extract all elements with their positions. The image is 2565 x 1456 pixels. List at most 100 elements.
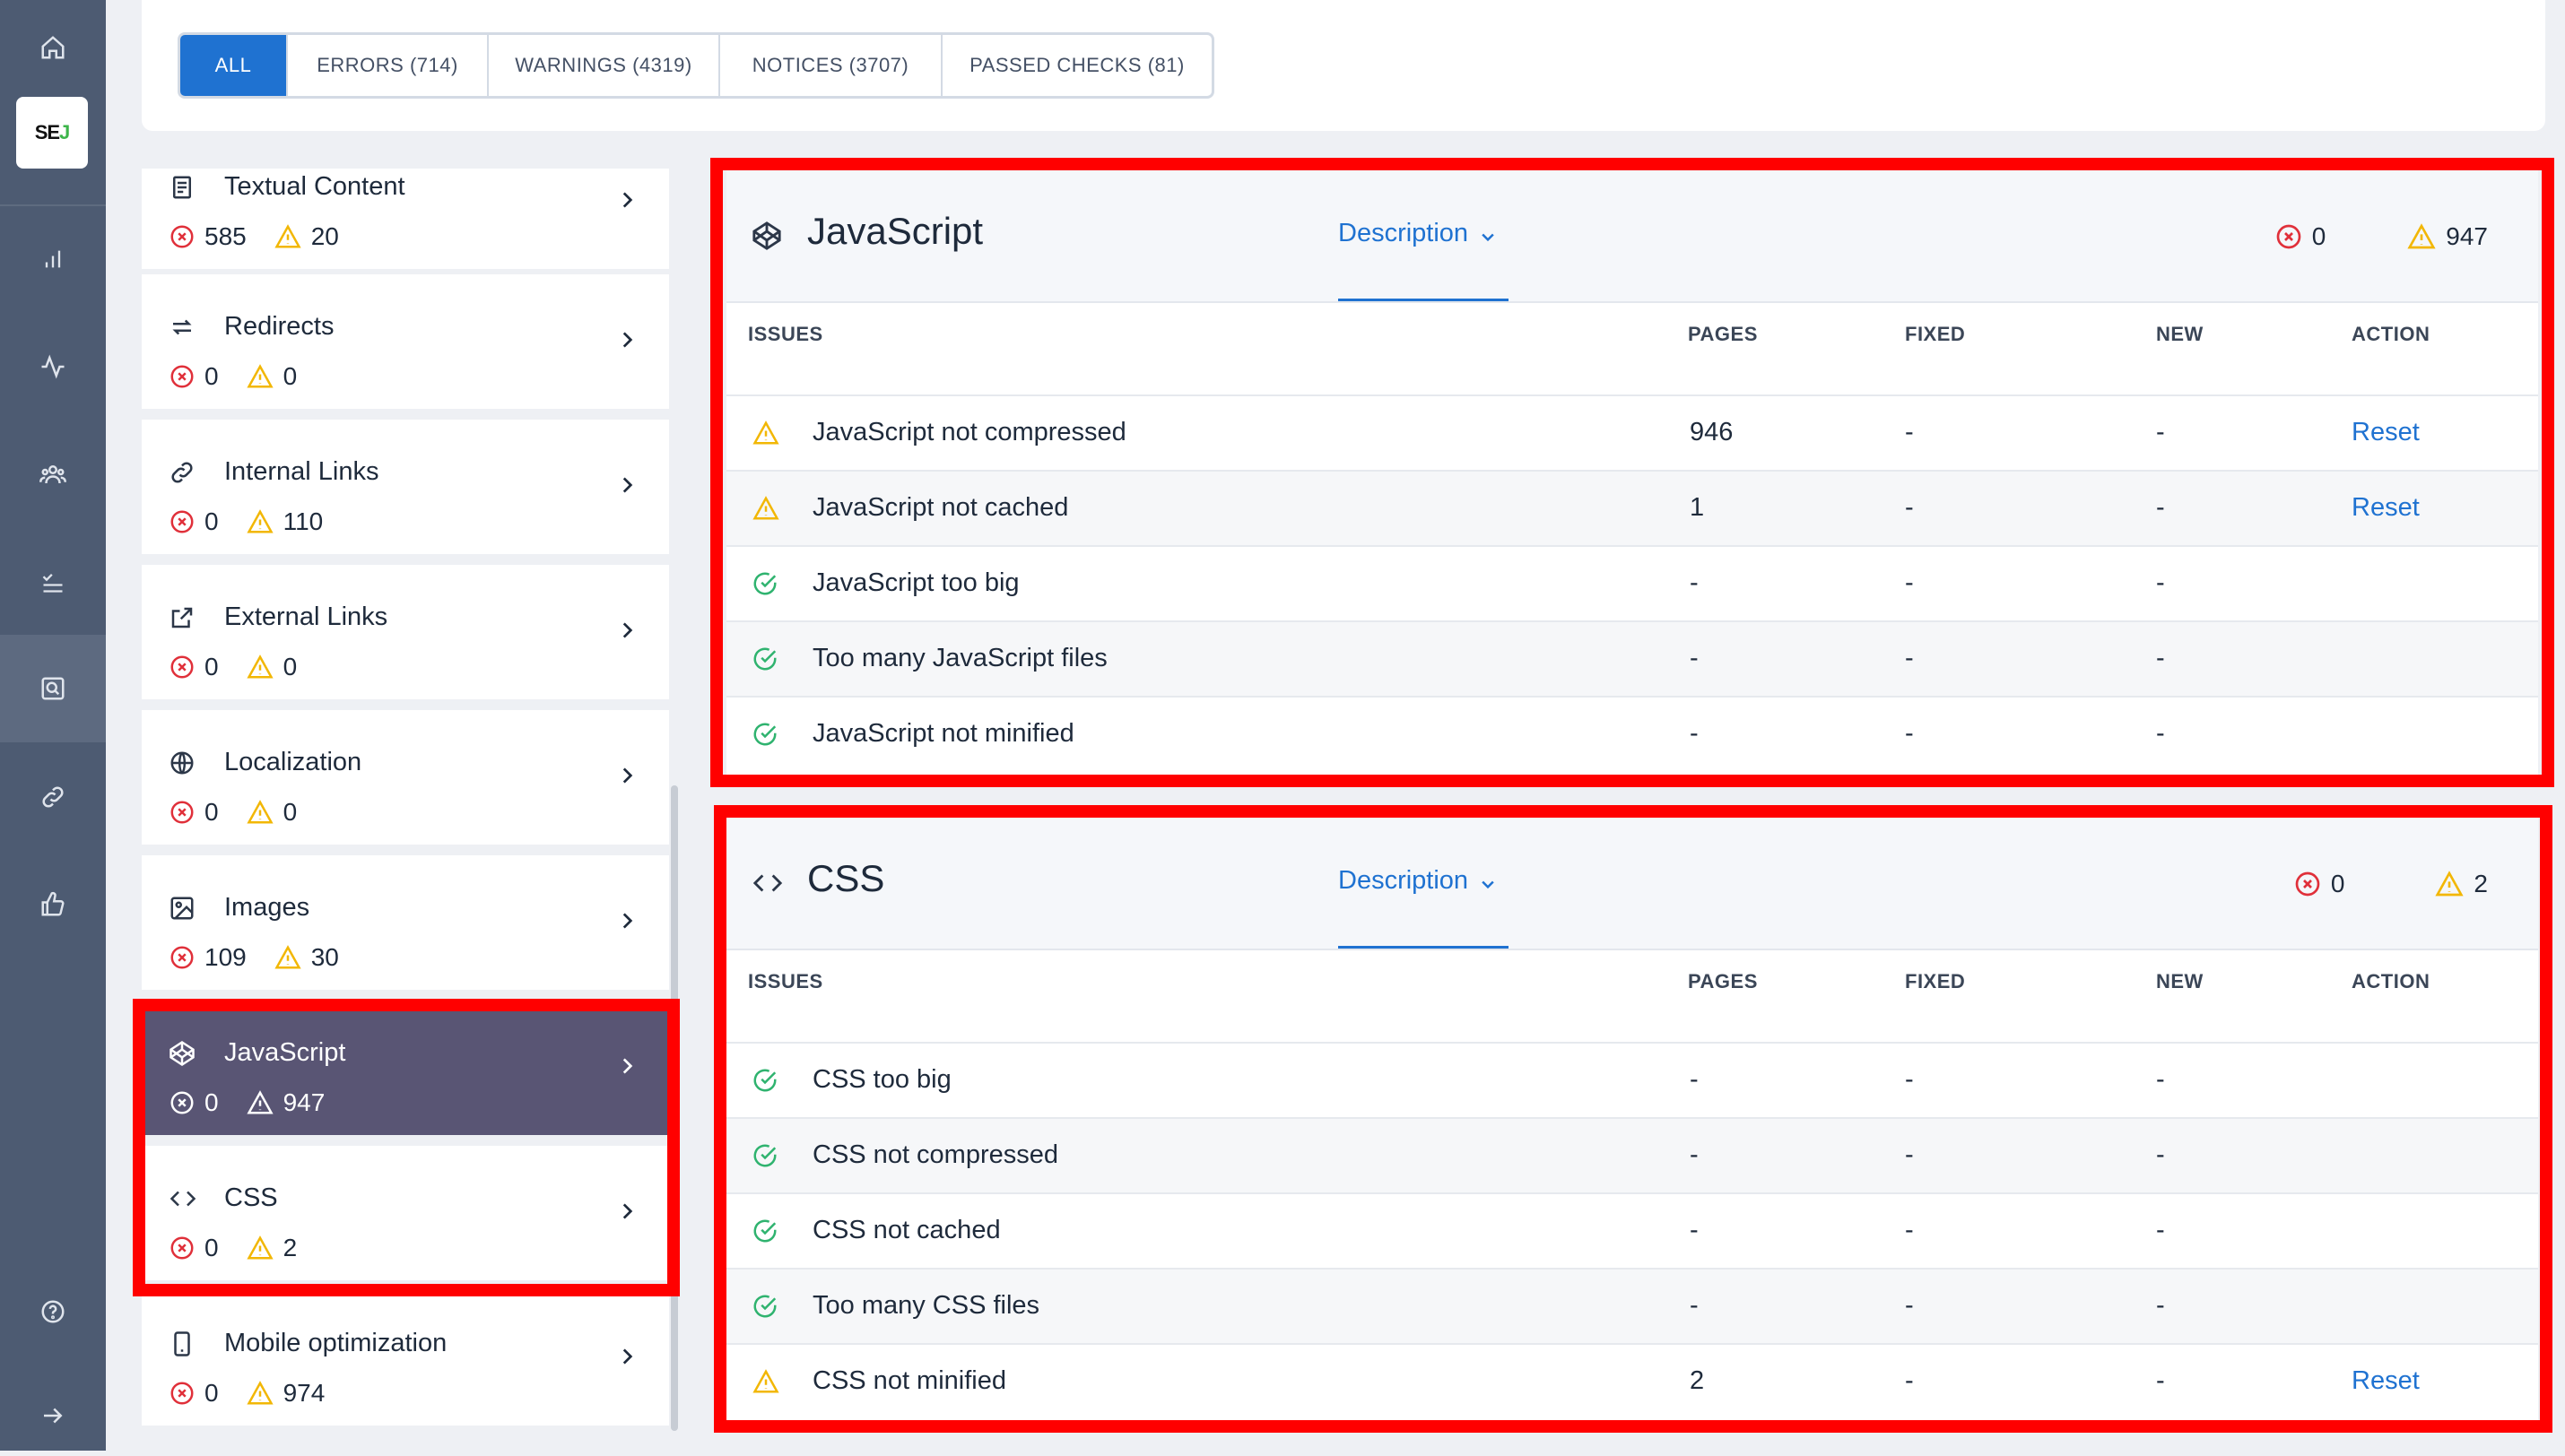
category-redirects[interactable]: Redirects 0 0 bbox=[142, 274, 669, 409]
warning-icon bbox=[752, 420, 779, 445]
error-count: 0 bbox=[204, 362, 219, 390]
users-icon[interactable] bbox=[0, 434, 106, 515]
column-header-action: ACTION bbox=[2352, 970, 2430, 992]
warning-count: 947 bbox=[283, 1088, 326, 1116]
category-images[interactable]: Images 109 30 bbox=[142, 855, 669, 990]
filter-tabs: ALL ERRORS (714) WARNINGS (4319) NOTICES… bbox=[178, 32, 1214, 99]
new-count: - bbox=[2156, 1216, 2165, 1244]
category-external-links[interactable]: External Links 0 0 bbox=[142, 565, 669, 699]
panel-header: CSS Description 0 2 bbox=[726, 818, 2538, 950]
reset-link[interactable]: Reset bbox=[2352, 493, 2420, 523]
home-icon[interactable] bbox=[0, 7, 106, 88]
chevron-right-icon bbox=[622, 477, 633, 493]
tab-notices[interactable]: NOTICES (3707) bbox=[720, 35, 943, 96]
tab-all[interactable]: ALL bbox=[180, 35, 288, 96]
error-icon bbox=[170, 655, 194, 679]
error-count: 0 bbox=[204, 507, 219, 535]
description-toggle[interactable]: Description bbox=[1338, 859, 1509, 949]
chevron-right-icon bbox=[622, 1058, 633, 1074]
warning-count: 0 bbox=[283, 798, 298, 826]
warning-icon bbox=[246, 654, 274, 679]
category-title: External Links bbox=[224, 602, 388, 631]
reset-link[interactable]: Reset bbox=[2352, 1366, 2420, 1396]
error-icon bbox=[170, 1236, 194, 1260]
chevron-right-icon bbox=[622, 332, 633, 348]
tab-errors[interactable]: ERRORS (714) bbox=[288, 35, 489, 96]
check-circle-icon bbox=[753, 572, 777, 595]
css-issues-panel: CSS Description 0 2 ISSUES PAGES FIXED N… bbox=[726, 818, 2538, 1424]
category-title: Internal Links bbox=[224, 457, 379, 486]
category-textual-content[interactable]: Textual Content 585 20 bbox=[142, 169, 669, 269]
warning-icon bbox=[2407, 223, 2436, 249]
description-label: Description bbox=[1338, 219, 1469, 247]
mobile-icon bbox=[169, 1330, 196, 1357]
link-icon[interactable] bbox=[0, 757, 106, 837]
document-icon bbox=[169, 174, 196, 201]
category-title: Mobile optimization bbox=[224, 1329, 448, 1357]
fixed-count: - bbox=[1905, 418, 1914, 446]
warning-icon bbox=[246, 800, 274, 824]
check-circle-icon bbox=[753, 1069, 777, 1092]
pages-count: 946 bbox=[1690, 418, 1734, 446]
column-header-new: NEW bbox=[2156, 323, 2204, 345]
chevron-right-icon bbox=[622, 913, 633, 929]
pages-count: 1 bbox=[1690, 493, 1705, 522]
bar-chart-icon[interactable] bbox=[0, 219, 106, 299]
error-count: 0 bbox=[2330, 870, 2345, 897]
issue-name: JavaScript not minified bbox=[813, 719, 1074, 748]
chevron-right-icon bbox=[622, 767, 633, 784]
warning-icon bbox=[274, 945, 301, 969]
category-localization[interactable]: Localization 0 0 bbox=[142, 710, 669, 845]
category-javascript[interactable]: JavaScript 0 947 bbox=[142, 1001, 669, 1135]
tab-passed-checks[interactable]: PASSED CHECKS (81) bbox=[943, 35, 1212, 96]
chevron-right-icon bbox=[622, 1348, 633, 1365]
description-toggle[interactable]: Description bbox=[1338, 212, 1509, 301]
check-circle-icon bbox=[753, 723, 777, 746]
warning-icon bbox=[752, 1369, 779, 1393]
column-header-action: ACTION bbox=[2352, 323, 2430, 345]
table-row: CSS not compressed - - - bbox=[726, 1117, 2538, 1192]
checklist-icon[interactable] bbox=[0, 542, 106, 622]
chevron-right-icon bbox=[622, 1203, 633, 1219]
javascript-issues-panel: JavaScript Description 0 947 ISSUES PAGE… bbox=[726, 170, 2538, 776]
arrow-right-icon[interactable] bbox=[0, 1375, 106, 1456]
category-internal-links[interactable]: Internal Links 0 110 bbox=[142, 420, 669, 554]
column-header-issues: ISSUES bbox=[748, 970, 823, 992]
table-row: JavaScript not minified - - - bbox=[726, 696, 2538, 771]
help-icon[interactable] bbox=[0, 1271, 106, 1352]
error-icon bbox=[170, 1091, 194, 1114]
issue-name: JavaScript too big bbox=[813, 568, 1020, 597]
pages-count: - bbox=[1690, 1140, 1699, 1169]
category-scrollbar[interactable] bbox=[671, 785, 678, 1431]
new-count: - bbox=[2156, 644, 2165, 672]
tab-warnings[interactable]: WARNINGS (4319) bbox=[489, 35, 720, 96]
issue-name: Too many JavaScript files bbox=[813, 644, 1108, 672]
external-link-icon bbox=[169, 604, 196, 631]
category-css[interactable]: CSS 0 2 bbox=[142, 1146, 669, 1280]
error-count: 0 bbox=[204, 653, 219, 680]
new-count: - bbox=[2156, 719, 2165, 748]
warning-count: 0 bbox=[283, 653, 298, 680]
reset-link[interactable]: Reset bbox=[2352, 418, 2420, 447]
table-row: CSS too big - - - bbox=[726, 1042, 2538, 1117]
site-audit-icon[interactable] bbox=[0, 635, 106, 742]
new-count: - bbox=[2156, 568, 2165, 597]
thumbs-up-icon[interactable] bbox=[0, 864, 106, 945]
description-label: Description bbox=[1338, 866, 1469, 895]
panel-header: JavaScript Description 0 947 bbox=[726, 170, 2538, 303]
error-icon bbox=[170, 365, 194, 388]
category-title: Images bbox=[224, 893, 310, 922]
category-title: Localization bbox=[224, 748, 362, 776]
pulse-icon[interactable] bbox=[0, 326, 106, 407]
codepen-icon bbox=[169, 1040, 196, 1067]
logo-text: SE bbox=[34, 121, 60, 143]
warning-count: 110 bbox=[283, 507, 324, 535]
error-icon bbox=[170, 225, 194, 248]
column-header-pages: PAGES bbox=[1688, 323, 1758, 345]
warning-count: 30 bbox=[310, 943, 339, 971]
warning-count: 2 bbox=[2474, 870, 2488, 897]
new-count: - bbox=[2156, 1140, 2165, 1169]
globe-icon bbox=[169, 750, 196, 776]
category-mobile-optimization[interactable]: Mobile optimization 0 974 bbox=[142, 1291, 669, 1426]
app-logo[interactable]: SE J bbox=[16, 97, 88, 169]
